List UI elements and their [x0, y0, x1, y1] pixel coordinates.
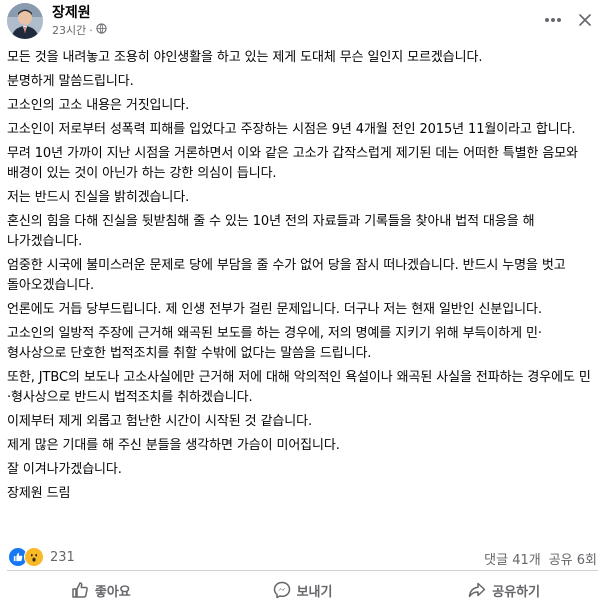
post-paragraph: 모든 것을 내려놓고 조용히 야인생활을 하고 있는 제게 도대체 무슨 일인지… [7, 50, 483, 65]
post-paragraph: 고소인의 일방적 주장에 근거해 왜곡된 보도를 하는 경우에, 저의 명예를 … [7, 326, 542, 361]
post-paragraph: 혼신의 힘을 다해 진실을 뒷받침해 줄 수 있는 10년 전의 자료들과 기록… [7, 214, 535, 249]
thumbs-up-icon [72, 582, 88, 598]
wow-reaction-icon [24, 547, 44, 567]
author-avatar[interactable] [7, 3, 43, 39]
send-button[interactable]: 보내기 [202, 573, 404, 607]
author-name[interactable]: 장제원 [52, 4, 91, 22]
share-arrow-icon [469, 582, 486, 598]
post-time[interactable]: 23시간 [52, 24, 86, 38]
post-paragraph: 이제부터 제게 외롭고 험난한 시간이 시작된 것 같습니다. [7, 414, 313, 429]
post-paragraph: 언론에도 거듭 당부드립니다. 제 인생 전부가 걸린 문제입니다. 더구나 저… [7, 302, 542, 317]
reaction-count: 231 [50, 549, 75, 565]
send-label: 보내기 [296, 584, 333, 600]
like-button[interactable]: 좋아요 [0, 573, 202, 607]
share-button[interactable]: 공유하기 [403, 573, 605, 607]
reactions-summary[interactable]: 231 [8, 547, 75, 567]
post-actions-bar: 좋아요 보내기 공유하기 [0, 573, 605, 607]
post-paragraph: 고소인이 저로부터 성폭력 피해를 입었다고 주장하는 시점은 9년 4개월 전… [7, 122, 576, 137]
more-options-button[interactable] [541, 10, 565, 30]
share-count-link[interactable]: 공유 6회 [549, 549, 597, 568]
post-body: 모든 것을 내려놓고 조용히 야인생활을 하고 있는 제게 도대체 무슨 일인지… [7, 48, 592, 508]
like-label: 좋아요 [94, 584, 131, 600]
share-label: 공유하기 [492, 584, 541, 600]
close-button[interactable] [573, 10, 597, 30]
more-dots-icon [545, 18, 561, 22]
close-icon [579, 14, 591, 26]
post-paragraph: 분명하게 말씀드립니다. [7, 74, 134, 89]
post-paragraph: 무려 10년 가까이 지난 시점을 거론하면서 이와 같은 고소가 갑작스럽게 … [7, 146, 578, 181]
engagement-counts: 댓글 41개 공유 6회 [484, 549, 597, 568]
post-paragraph: 제게 많은 기대를 해 주신 분들을 생각하면 가슴이 미어집니다. [7, 438, 340, 453]
post-paragraph: 저는 반드시 진실을 밝히겠습니다. [7, 190, 190, 205]
post-paragraph: 잘 이겨나가겠습니다. [7, 462, 122, 477]
actions-divider [7, 570, 598, 571]
post-paragraph: 엄중한 시국에 불미스러운 문제로 당에 부담을 줄 수가 없어 당을 잠시 떠… [7, 258, 566, 293]
public-globe-icon[interactable] [96, 23, 107, 38]
post-stats: 231 댓글 41개 공유 6회 [0, 544, 605, 568]
post-header: 장제원 23시간 · [0, 0, 605, 44]
post-paragraph: 또한, JTBC의 보도나 고소사실에만 근거해 저에 대해 악의적인 욕설이나… [7, 370, 591, 405]
post-paragraph: 장제원 드림 [7, 486, 71, 501]
post-paragraph: 고소인의 고소 내용은 거짓입니다. [7, 98, 190, 113]
comment-count-link[interactable]: 댓글 41개 [484, 549, 541, 568]
messenger-icon [273, 581, 290, 599]
separator-dot: · [89, 23, 93, 37]
facebook-post: 장제원 23시간 · 모든 것을 내려놓고 조용히 야인생활을 하고 있는 제게… [0, 0, 605, 611]
post-meta: 23시간 · [52, 23, 107, 38]
